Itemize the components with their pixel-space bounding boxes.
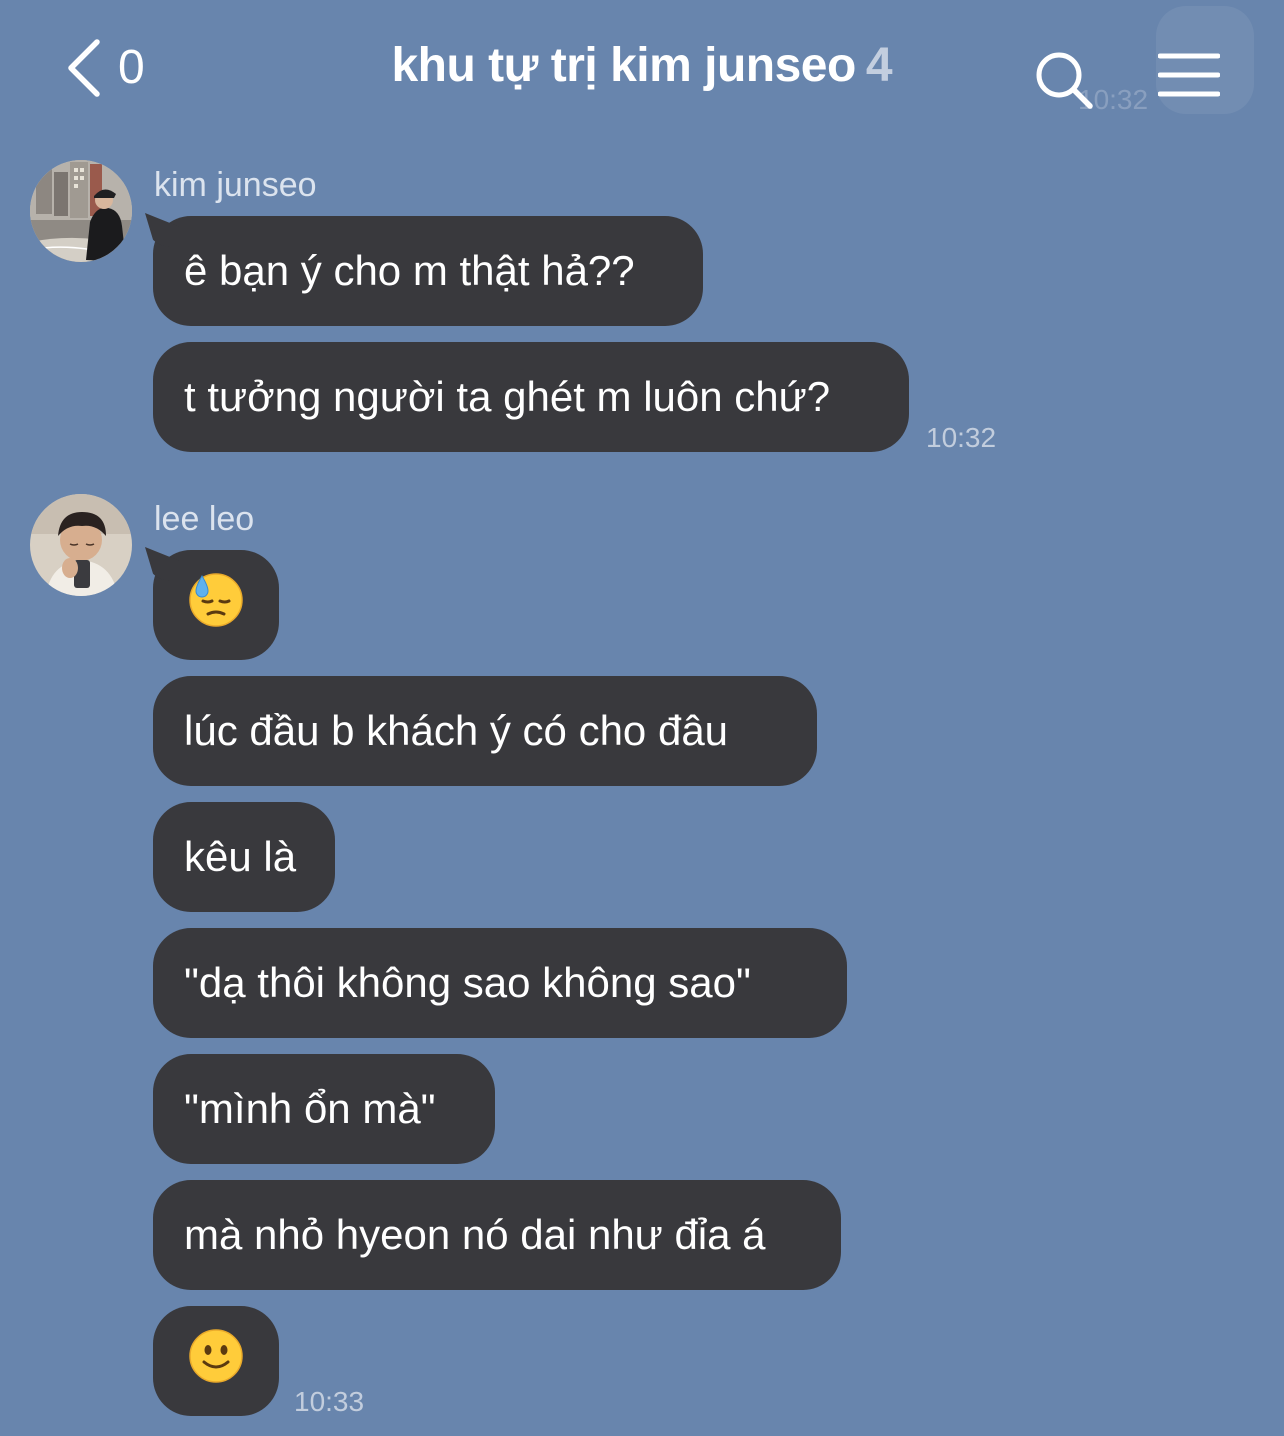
avatar-lee-leo[interactable]: [30, 494, 132, 596]
message-bubble[interactable]: mà nhỏ hyeon nó dai như đỉa á: [153, 1180, 841, 1290]
message-bubble[interactable]: "mình ổn mà": [153, 1054, 495, 1164]
message-text: t tưởng người ta ghét m luôn chứ?: [184, 373, 831, 420]
message-timestamp: 10:32: [926, 422, 997, 453]
message-text: mà nhỏ hyeon nó dai như đỉa á: [184, 1211, 766, 1258]
chat-header: 0 khu tự trị kim junseo 4 10:32: [0, 0, 1284, 140]
message-text: kêu là: [184, 833, 297, 880]
search-icon: [1034, 52, 1096, 116]
message-text: lúc đầu b khách ý có cho đâu: [184, 707, 729, 754]
chevron-left-icon: [66, 39, 102, 97]
downcast-sweat-face-emoji: [188, 572, 244, 638]
unread-count: 0: [118, 41, 145, 94]
back-button[interactable]: 0: [66, 36, 145, 100]
member-count: 4: [865, 39, 893, 92]
message-bubble[interactable]: ê bạn ý cho m thật hả??: [153, 216, 703, 326]
sender-name: kim junseo: [154, 166, 317, 204]
message-text: ê bạn ý cho m thật hả??: [184, 247, 635, 294]
sender-name: lee leo: [154, 500, 255, 538]
message-text: "dạ thôi không sao không sao": [184, 959, 751, 1006]
message-bubble-emoji[interactable]: [153, 1306, 279, 1416]
message-bubble[interactable]: "dạ thôi không sao không sao": [153, 928, 847, 1038]
menu-button[interactable]: [1156, 6, 1254, 114]
message-bubble[interactable]: t tưởng người ta ghét m luôn chứ?: [153, 342, 909, 452]
avatar-kim-junseo[interactable]: [30, 160, 132, 262]
message-bubble[interactable]: lúc đầu b khách ý có cho đâu: [153, 676, 817, 786]
message-bubble-emoji[interactable]: [153, 550, 279, 660]
message-timestamp: 10:33: [294, 1386, 365, 1417]
chat-title[interactable]: khu tự trị kim junseo 4: [300, 38, 984, 93]
message-text: "mình ổn mà": [184, 1085, 436, 1132]
message-bubble[interactable]: kêu là: [153, 802, 335, 912]
chat-title-text: khu tự trị kim junseo: [391, 39, 856, 92]
search-button[interactable]: [1034, 50, 1096, 112]
slightly-smiling-face-emoji: [188, 1328, 244, 1394]
